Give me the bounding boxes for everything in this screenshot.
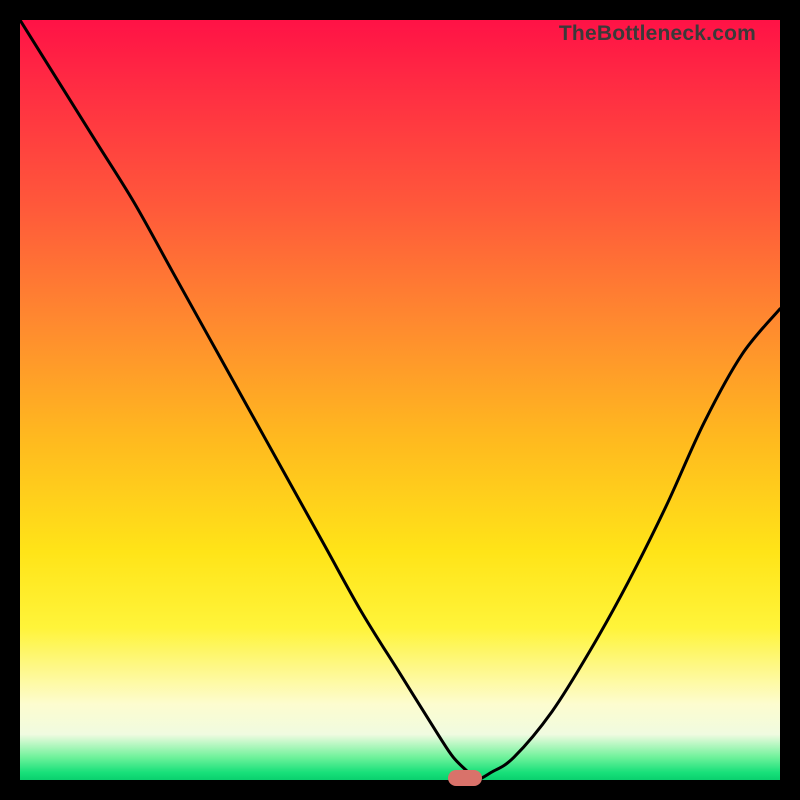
- bottleneck-curve: [20, 20, 780, 780]
- chart-frame: TheBottleneck.com: [0, 0, 800, 800]
- watermark-text: TheBottleneck.com: [559, 22, 756, 46]
- plot-area: TheBottleneck.com: [20, 20, 780, 780]
- minimum-marker: [448, 770, 482, 786]
